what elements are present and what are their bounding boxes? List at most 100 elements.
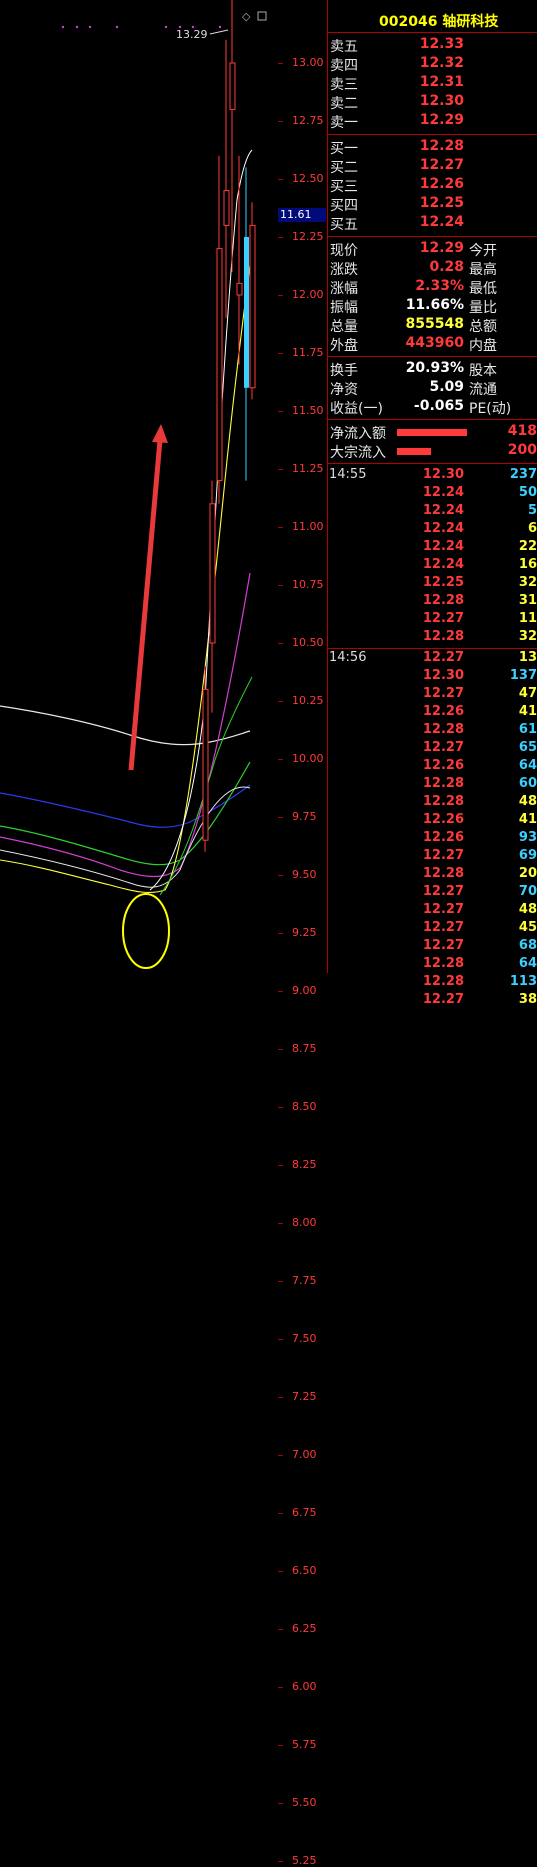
- tick-row[interactable]: 12.27 69: [327, 848, 537, 866]
- kline-canvas[interactable]: 13.29 ◇: [0, 0, 278, 1850]
- tick-price: 12.24: [422, 521, 464, 536]
- ask-row[interactable]: 卖四 12.32: [327, 55, 537, 74]
- tick-row[interactable]: 12.26 41: [327, 704, 537, 722]
- axis-tick-label: 11.75: [292, 346, 324, 359]
- stat-row[interactable]: 现价 12.29 今开: [327, 240, 537, 259]
- tick-price: 12.26: [422, 704, 464, 719]
- ask-row[interactable]: 卖一 12.29: [327, 112, 537, 131]
- tick-volume: 13: [518, 650, 537, 665]
- bid-row[interactable]: 买四 12.25: [327, 195, 537, 214]
- axis-tick: [278, 1803, 283, 1804]
- tick-time: 14:56: [329, 650, 367, 665]
- tick-row[interactable]: 12.28 60: [327, 776, 537, 794]
- tick-volume: 64: [518, 758, 537, 773]
- trend-arrow: [128, 424, 168, 771]
- tick-row[interactable]: 12.27 70: [327, 884, 537, 902]
- axis-tick: [278, 643, 283, 644]
- tick-row[interactable]: 12.27 47: [327, 686, 537, 704]
- fund-row-value: 20.93%: [405, 360, 464, 376]
- quote-panel: 002046 轴研科技 卖五 12.33 卖四 12.32 卖三 12.31 卖二 12.30…: [327, 0, 537, 1007]
- axis-tick: [278, 1745, 283, 1746]
- tick-row[interactable]: 12.27 11: [327, 611, 537, 629]
- kline-chart[interactable]: 13.29 ◇: [0, 0, 278, 1850]
- axis-tick-label: 6.75: [292, 1506, 317, 1519]
- tick-price: 12.28: [422, 722, 464, 737]
- tick-price: 12.27: [422, 884, 464, 899]
- ask-row[interactable]: 卖五 12.33: [327, 36, 537, 55]
- axis-tick: [278, 1049, 283, 1050]
- tick-price: 12.24: [422, 539, 464, 554]
- tick-row[interactable]: 12.28 48: [327, 794, 537, 812]
- ask-row[interactable]: 卖三 12.31: [327, 74, 537, 93]
- axis-tick: [278, 1571, 283, 1572]
- fund-row[interactable]: 换手 20.93% 股本: [327, 360, 537, 379]
- tick-row[interactable]: 12.28 64: [327, 956, 537, 974]
- tick-row[interactable]: 12.24 22: [327, 539, 537, 557]
- tick-row[interactable]: 14:56 12.27 13: [327, 650, 537, 668]
- tick-price: 12.27: [422, 920, 464, 935]
- stat-row[interactable]: 涨跌 0.28 最高: [327, 259, 537, 278]
- tick-volume: 50: [518, 485, 537, 500]
- flow-row[interactable]: 大宗流入 200: [327, 442, 537, 461]
- stock-title-bar[interactable]: 002046 轴研科技: [327, 8, 537, 33]
- tick-row[interactable]: 12.28 31: [327, 593, 537, 611]
- tick-price: 12.26: [422, 812, 464, 827]
- tick-volume: 237: [509, 467, 537, 482]
- stat-row[interactable]: 涨幅 2.33% 最低: [327, 278, 537, 297]
- bid-row[interactable]: 买五 12.24: [327, 214, 537, 233]
- tick-row[interactable]: 12.30 137: [327, 668, 537, 686]
- ask-row[interactable]: 卖二 12.30: [327, 93, 537, 112]
- tick-row[interactable]: 12.24 5: [327, 503, 537, 521]
- tick-row[interactable]: 12.26 93: [327, 830, 537, 848]
- tick-row[interactable]: 12.27 68: [327, 938, 537, 956]
- tick-row[interactable]: 12.25 32: [327, 575, 537, 593]
- bid-row[interactable]: 买三 12.26: [327, 176, 537, 195]
- axis-tick: [278, 1281, 283, 1282]
- stat-row[interactable]: 总量 855548 总额: [327, 316, 537, 335]
- tick-row[interactable]: 12.27 65: [327, 740, 537, 758]
- tick-volume: 48: [518, 902, 537, 917]
- tick-row[interactable]: 12.24 50: [327, 485, 537, 503]
- axis-tick-label: 8.00: [292, 1216, 317, 1229]
- tick-row[interactable]: 12.28 32: [327, 629, 537, 647]
- tick-price: 12.27: [422, 902, 464, 917]
- stock-title: 002046 轴研科技: [379, 14, 499, 30]
- flow-bar: [397, 448, 431, 455]
- flow-row[interactable]: 净流入额 418: [327, 423, 537, 442]
- candle-body: [202, 688, 209, 841]
- tick-row[interactable]: 12.26 64: [327, 758, 537, 776]
- tick-row[interactable]: 12.26 41: [327, 812, 537, 830]
- flow-value: 200: [507, 442, 537, 458]
- bid-row[interactable]: 买二 12.27: [327, 157, 537, 176]
- tick-row[interactable]: 12.28 20: [327, 866, 537, 884]
- axis-tick-label: 13.00: [292, 56, 324, 69]
- bid-row[interactable]: 买一 12.28: [327, 138, 537, 157]
- tick-row[interactable]: 12.24 6: [327, 521, 537, 539]
- tick-row[interactable]: 12.27 45: [327, 920, 537, 938]
- axis-tick: [278, 875, 283, 876]
- tick-volume: 137: [509, 668, 537, 683]
- tick-time: 14:55: [329, 467, 367, 482]
- tick-row[interactable]: 14:55 12.30 237: [327, 467, 537, 485]
- fund-row[interactable]: 收益(一) -0.065 PE(动): [327, 398, 537, 417]
- window-square-icon[interactable]: [257, 11, 267, 21]
- tick-row[interactable]: 12.28 113: [327, 974, 537, 992]
- tick-row[interactable]: 12.27 48: [327, 902, 537, 920]
- stat-row[interactable]: 振幅 11.66% 量比: [327, 297, 537, 316]
- axis-tick: [278, 1513, 283, 1514]
- stat-row[interactable]: 外盘 443960 内盘: [327, 335, 537, 354]
- axis-tick-label: 7.50: [292, 1332, 317, 1345]
- bid-row-label: 买二: [330, 160, 358, 176]
- fund-row-label: 换手: [330, 363, 358, 379]
- diamond-icon[interactable]: ◇: [242, 10, 251, 23]
- axis-tick: [278, 1107, 283, 1108]
- ma-white-short: [0, 786, 251, 888]
- fund-row[interactable]: 净资 5.09 流通: [327, 379, 537, 398]
- tick-price: 12.28: [422, 974, 464, 989]
- tick-row[interactable]: 12.27 38: [327, 992, 537, 1010]
- tick-row[interactable]: 12.24 16: [327, 557, 537, 575]
- ma-white-fast: [149, 149, 253, 891]
- tick-row[interactable]: 12.28 61: [327, 722, 537, 740]
- tick-volume: 6: [527, 521, 537, 536]
- tick-volume: 16: [518, 557, 537, 572]
